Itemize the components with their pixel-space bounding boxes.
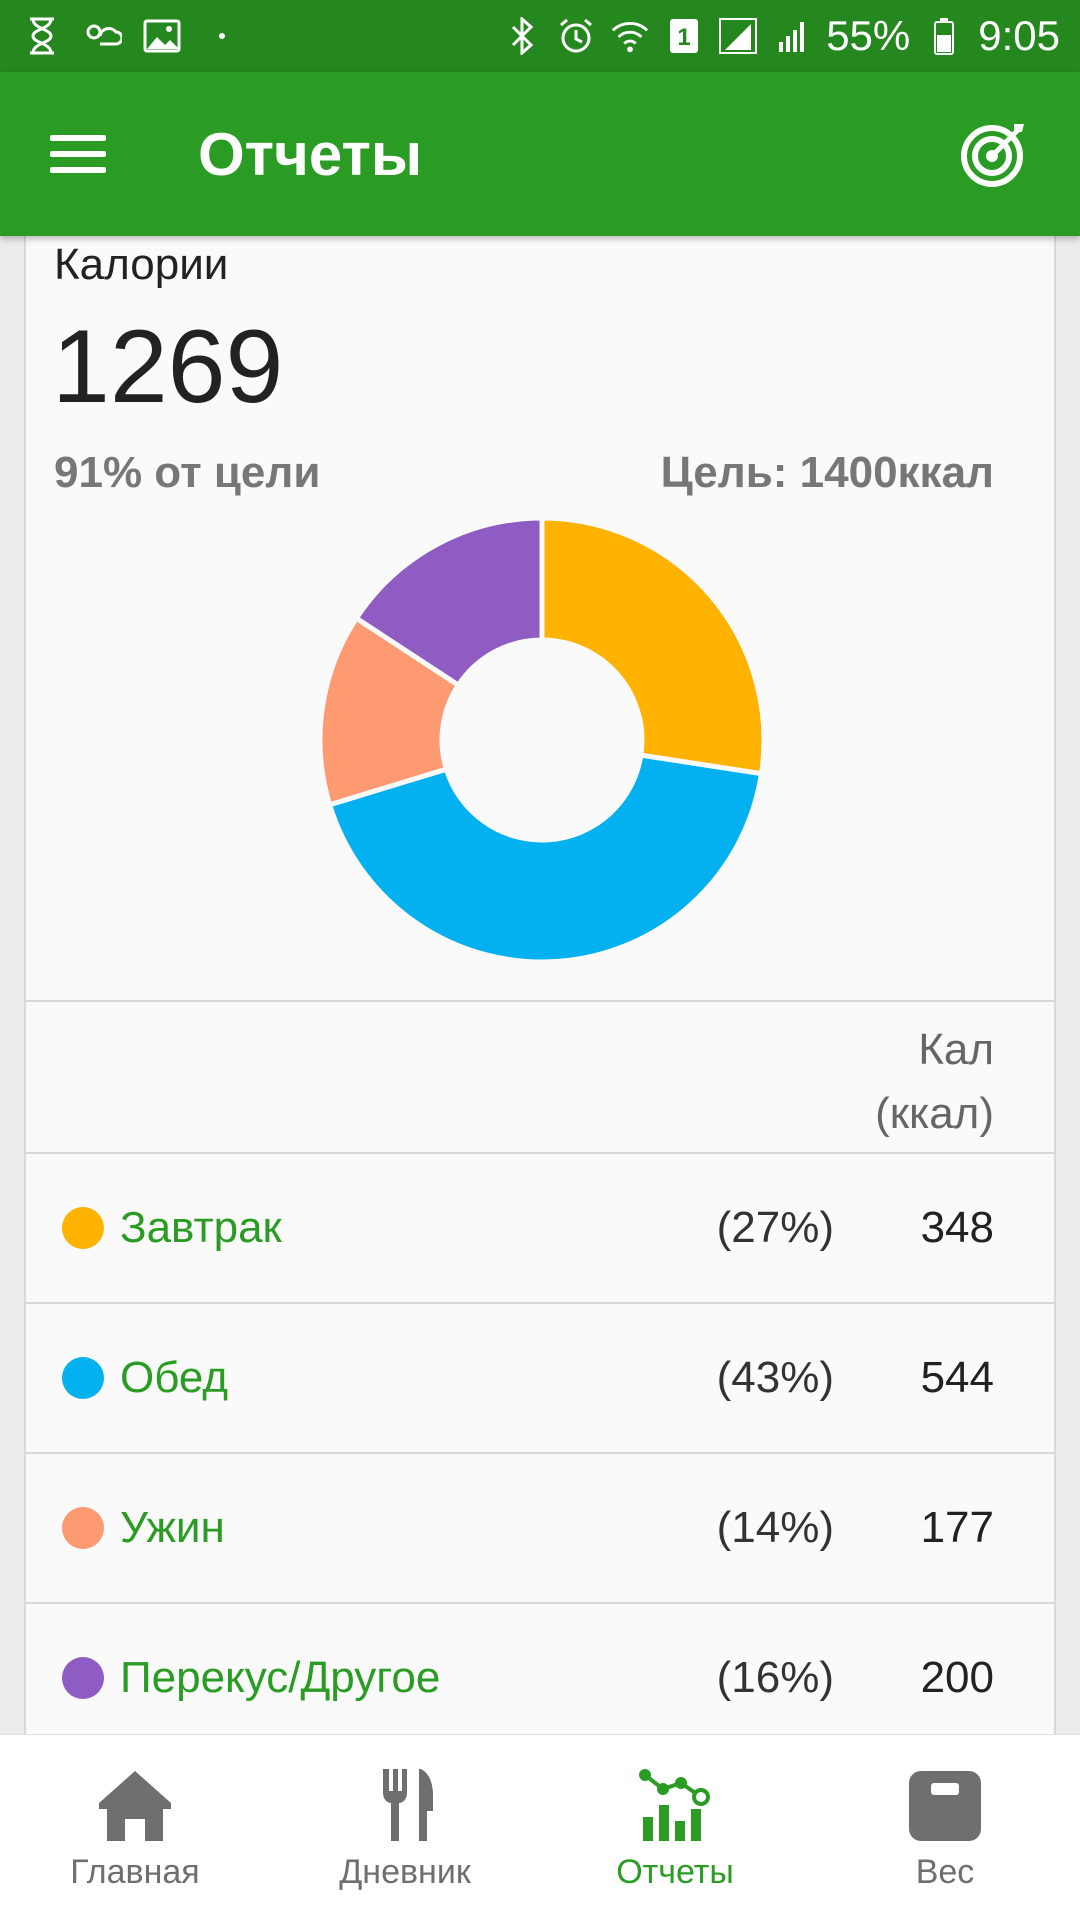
- bottom-navigation: Главная Дневник Отчеты Вес: [0, 1734, 1080, 1920]
- legend-dot-icon: [62, 1507, 104, 1549]
- goal-label: Цель: 1400ккал: [660, 448, 994, 497]
- table-row[interactable]: Перекус/Другое (16%) 200: [26, 1604, 1054, 1734]
- table-body: Завтрак (27%) 348 Обед (43%) 544 Ужин (14%) 177 П…: [26, 1154, 1054, 1734]
- nav-weight[interactable]: Вес: [810, 1735, 1080, 1920]
- battery-icon: [924, 16, 964, 56]
- reports-content[interactable]: Калории 1269 91% от цели Цель: 1400ккал …: [0, 236, 1080, 1734]
- status-right-icons: 1 55% 9:05: [502, 12, 1060, 60]
- wifi-icon: [610, 16, 650, 56]
- meal-calories: 177: [920, 1503, 994, 1552]
- page-title: Отчеты: [198, 120, 423, 188]
- status-bar: 1 55% 9:05: [0, 0, 1080, 72]
- calories-label: Калории: [54, 240, 229, 289]
- calories-donut-chart: [317, 515, 767, 965]
- alarm-icon: [556, 16, 596, 56]
- meal-percent: (16%): [716, 1653, 834, 1702]
- sim-badge-text: 1: [678, 24, 691, 51]
- fork-knife-icon: [383, 1769, 433, 1841]
- nav-reports[interactable]: Отчеты: [540, 1735, 810, 1920]
- meal-name[interactable]: Ужин: [120, 1503, 634, 1553]
- header-line-2: (ккал): [875, 1089, 994, 1138]
- header-line-1: Кал: [918, 1025, 994, 1074]
- meal-name[interactable]: Завтрак: [120, 1203, 634, 1253]
- scale-icon: [909, 1771, 981, 1841]
- calories-column-header: Кал (ккал): [834, 1018, 994, 1146]
- nav-diary-label: Дневник: [339, 1853, 471, 1891]
- signal-icon: [718, 16, 758, 56]
- table-row[interactable]: Завтрак (27%) 348: [26, 1154, 1054, 1304]
- legend-dot-icon: [62, 1207, 104, 1249]
- status-left-icons: [22, 16, 242, 56]
- meal-calories: 200: [920, 1653, 994, 1702]
- meal-calories: 348: [920, 1203, 994, 1252]
- table-row[interactable]: Обед (43%) 544: [26, 1304, 1054, 1454]
- nav-diary[interactable]: Дневник: [270, 1735, 540, 1920]
- target-icon[interactable]: [958, 118, 1030, 190]
- meal-percent: (14%): [716, 1503, 834, 1552]
- nav-home[interactable]: Главная: [0, 1735, 270, 1920]
- nav-weight-label: Вес: [915, 1853, 975, 1891]
- donut-slice-1: [539, 515, 767, 777]
- meal-name[interactable]: Перекус/Другое: [120, 1653, 634, 1703]
- calories-total: 1269: [52, 309, 284, 425]
- hourglass-icon: [22, 16, 62, 56]
- legend-dot-icon: [62, 1657, 104, 1699]
- weather-icon: [82, 16, 122, 56]
- bluetooth-icon: [502, 16, 542, 56]
- hamburger-icon[interactable]: [50, 124, 110, 184]
- table-row[interactable]: Ужин (14%) 177: [26, 1454, 1054, 1604]
- image-icon: [142, 16, 182, 56]
- nav-home-label: Главная: [70, 1853, 200, 1891]
- percent-of-goal: 91% от цели: [54, 448, 321, 497]
- app-bar: Отчеты: [0, 72, 1080, 236]
- signal-2-icon: [772, 16, 812, 56]
- home-icon: [99, 1771, 171, 1841]
- legend-dot-icon: [62, 1357, 104, 1399]
- meal-percent: (43%): [716, 1353, 834, 1402]
- clock: 9:05: [978, 12, 1060, 59]
- dot-icon: [202, 16, 242, 56]
- meal-calories: 544: [920, 1353, 994, 1402]
- calories-card: Калории 1269 91% от цели Цель: 1400ккал …: [24, 236, 1056, 1734]
- meal-name[interactable]: Обед: [120, 1353, 634, 1403]
- battery-percent: 55%: [826, 12, 911, 59]
- meals-table: Кал (ккал) Завтрак (27%) 348 Обед (43%) 544 Уж…: [26, 1000, 1054, 1734]
- nav-reports-label: Отчеты: [616, 1853, 734, 1891]
- reports-chart-icon: [639, 1769, 710, 1841]
- meal-percent: (27%): [716, 1203, 834, 1252]
- sim-badge-icon: 1: [664, 16, 704, 56]
- table-header: Кал (ккал): [26, 1002, 1054, 1154]
